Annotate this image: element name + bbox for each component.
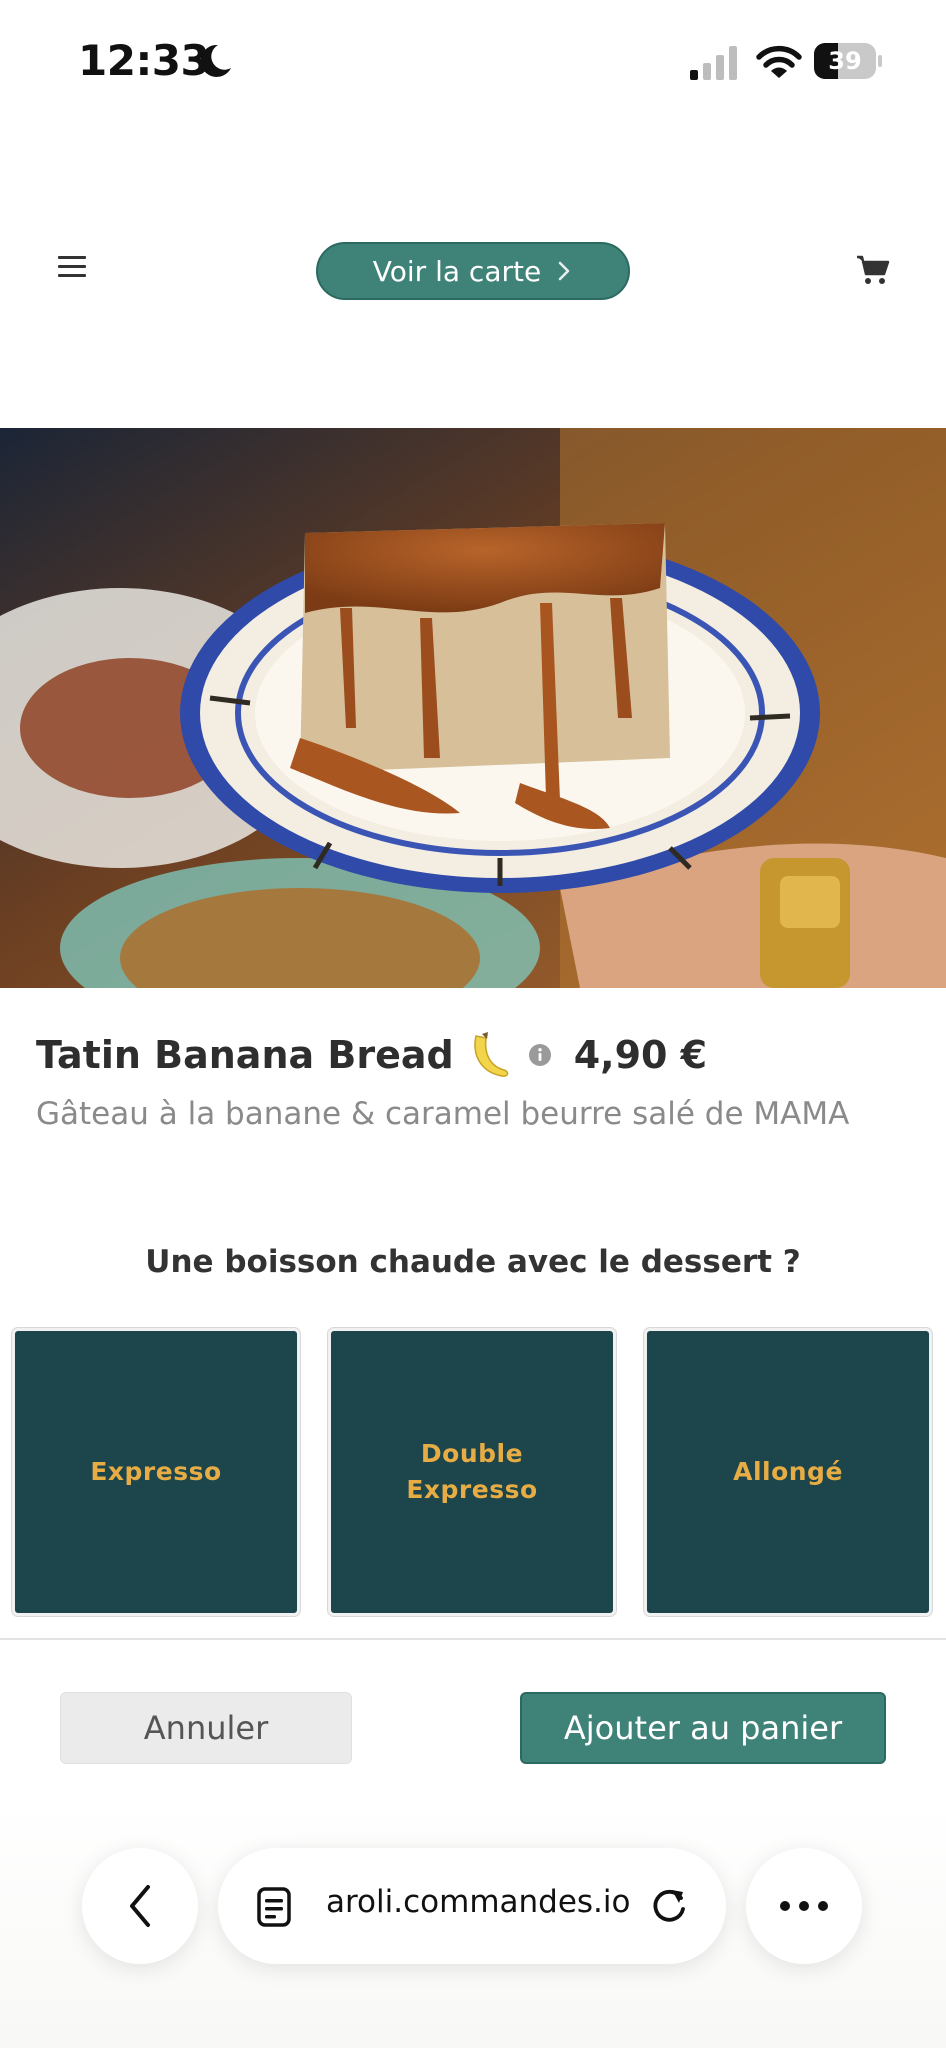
- cellular-signal-icon: [690, 46, 737, 80]
- dessert-photo: [0, 428, 946, 988]
- drink-question: Une boisson chaude avec le dessert ?: [145, 1244, 801, 1280]
- voir-la-carte-label: Voir la carte: [372, 254, 542, 288]
- option-label: Double Expresso: [406, 1439, 538, 1504]
- product-description: Gâteau à la banane & caramel beurre salé…: [36, 1096, 850, 1132]
- ellipsis-icon: [780, 1901, 828, 1911]
- option-double-expresso[interactable]: Double Expresso: [327, 1327, 617, 1617]
- option-expresso[interactable]: Expresso: [11, 1327, 301, 1617]
- more-options-button[interactable]: [746, 1848, 862, 1964]
- chevron-right-icon: [558, 261, 570, 281]
- chevron-left-icon: [130, 1885, 150, 1927]
- banana-icon: [474, 1032, 509, 1077]
- option-label: Allongé: [733, 1457, 843, 1486]
- divider: [0, 1638, 946, 1640]
- moon-icon: [200, 44, 231, 77]
- info-icon[interactable]: [528, 1043, 552, 1067]
- hamburger-menu-icon[interactable]: [54, 252, 90, 282]
- tabs-icon[interactable]: [256, 1886, 296, 1928]
- status-time: 12:33: [78, 36, 210, 85]
- option-allonge[interactable]: Allongé: [643, 1327, 933, 1617]
- cancel-button[interactable]: Annuler: [60, 1692, 352, 1764]
- back-button[interactable]: [82, 1848, 198, 1964]
- url-text: aroli.commandes.io: [326, 1884, 631, 1920]
- option-label: Expresso: [90, 1457, 222, 1486]
- wifi-icon: [756, 45, 802, 78]
- reload-icon[interactable]: [648, 1884, 690, 1928]
- product-title-row: Tatin Banana Bread 4,90 €: [36, 1030, 707, 1080]
- cart-icon[interactable]: [856, 254, 890, 286]
- voir-la-carte-button[interactable]: Voir la carte: [316, 242, 630, 300]
- product-name: Tatin Banana Bread: [36, 1033, 454, 1077]
- address-bar[interactable]: aroli.commandes.io: [218, 1848, 726, 1964]
- battery-level: 39: [828, 47, 862, 75]
- add-to-cart-button[interactable]: Ajouter au panier: [520, 1692, 886, 1764]
- battery-indicator: 39: [814, 43, 884, 79]
- cancel-label: Annuler: [143, 1709, 269, 1747]
- add-to-cart-label: Ajouter au panier: [563, 1709, 843, 1747]
- product-price: 4,90 €: [573, 1033, 708, 1077]
